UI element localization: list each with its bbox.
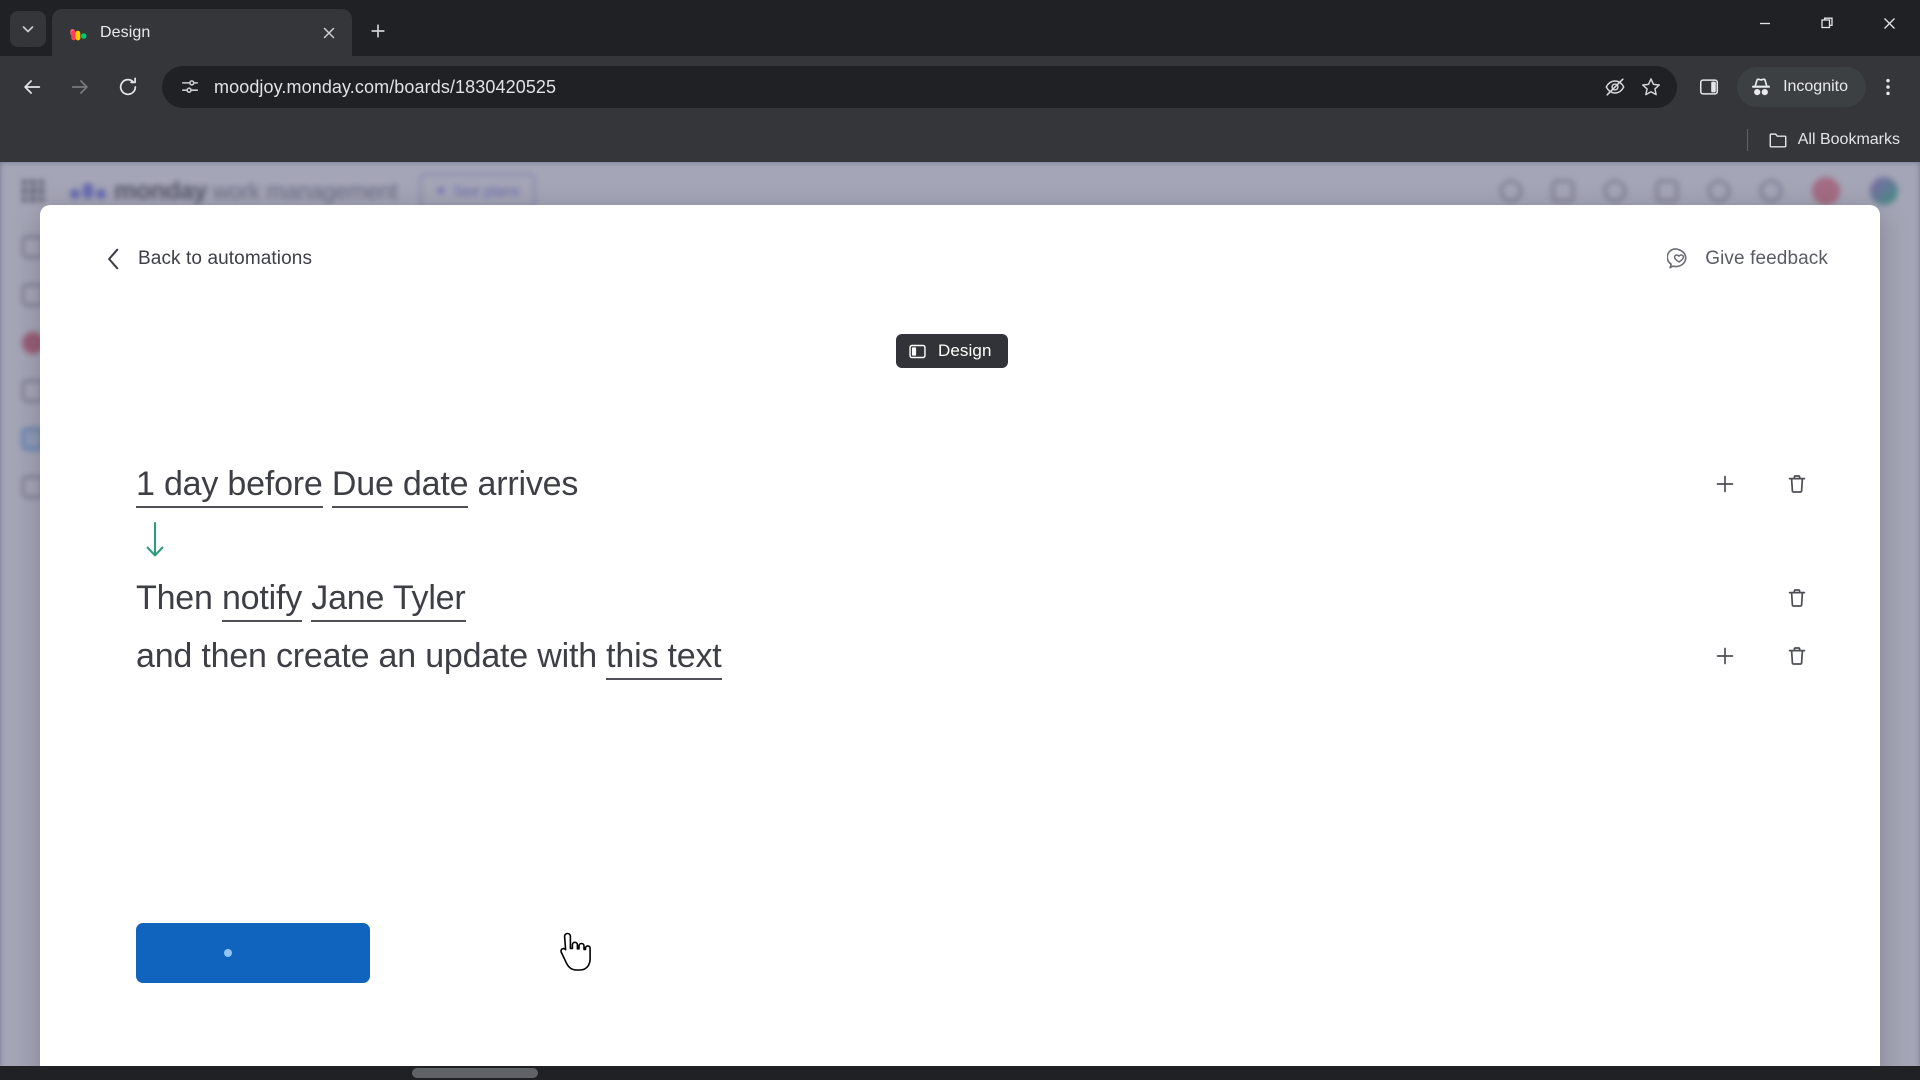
- incognito-label: Incognito: [1783, 78, 1848, 95]
- bookmarks-divider: [1746, 129, 1748, 151]
- recipe-space-1: [323, 465, 332, 503]
- recipe-trigger-text: 1 day before Due date arrives: [136, 455, 1708, 513]
- back-to-automations-button[interactable]: Back to automations: [94, 239, 322, 279]
- window-minimize-button[interactable]: [1734, 0, 1796, 46]
- recipe-token-person[interactable]: Jane Tyler: [311, 579, 466, 622]
- side-panel-icon: [1700, 79, 1719, 95]
- window-close-button[interactable]: [1858, 0, 1920, 46]
- recipe-row-action-notify: Then notify Jane Tyler: [136, 569, 1820, 627]
- url-text: moodjoy.monday.com/boards/1830420525: [214, 76, 557, 97]
- incognito-indicator[interactable]: Incognito: [1737, 67, 1866, 107]
- close-icon: [1883, 17, 1895, 29]
- delete-action-update-button[interactable]: [1780, 639, 1814, 673]
- forward-button[interactable]: [58, 65, 102, 109]
- reload-button[interactable]: [106, 65, 150, 109]
- bookmark-button[interactable]: [1633, 69, 1669, 105]
- feedback-heart-bubble-icon: [1667, 248, 1687, 269]
- recipe-row-trigger: 1 day before Due date arrives: [136, 455, 1820, 513]
- new-tab-button[interactable]: [360, 13, 396, 49]
- close-icon: [323, 27, 335, 38]
- tab-close-button[interactable]: [316, 20, 342, 46]
- window-maximize-button[interactable]: [1796, 0, 1858, 46]
- recipe-token-notify[interactable]: notify: [221, 579, 302, 622]
- reload-icon: [119, 77, 137, 96]
- add-action-button[interactable]: [1708, 639, 1742, 673]
- all-bookmarks-label: All Bookmarks: [1797, 131, 1900, 148]
- restore-icon: [1821, 17, 1833, 29]
- arrow-down-icon: [146, 521, 164, 557]
- chrome-menu-button[interactable]: [1866, 65, 1910, 109]
- recipe-plain-then: Then: [136, 579, 222, 617]
- tab-search-button[interactable]: [10, 11, 46, 47]
- browser-tab-design[interactable]: Design: [52, 9, 352, 56]
- browser-window: Design moodjoy.monday.com/boards/1830420…: [0, 0, 1920, 1080]
- recipe-plain-arrives: arrives: [468, 465, 579, 503]
- star-icon: [1642, 78, 1661, 96]
- trash-icon: [1788, 475, 1806, 493]
- recipe-token-date-column[interactable]: Due date: [331, 465, 468, 508]
- plus-icon: [371, 24, 385, 38]
- address-bar[interactable]: moodjoy.monday.com/boards/1830420525: [162, 66, 1678, 108]
- recipe-row-actions-notify: [1708, 569, 1820, 627]
- arrow-left-icon: [24, 80, 41, 94]
- scrollbar-thumb[interactable]: [412, 1068, 538, 1078]
- modal-header: Back to automations Give feedback: [40, 205, 1880, 313]
- recipe-row-actions-update: [1708, 627, 1820, 685]
- recipe-plain-create-update: and then create an update with: [136, 637, 607, 675]
- three-dot-menu-icon: [1886, 78, 1890, 96]
- page-settings-icon: [181, 80, 199, 93]
- pointer-hand-cursor: [558, 931, 592, 978]
- recipe-row-action-update: and then create an update with this text: [136, 627, 1820, 685]
- recipe-token-timing[interactable]: 1 day before: [136, 465, 323, 508]
- action-slot-empty: [1708, 581, 1742, 615]
- tab-title: Design: [100, 23, 151, 41]
- incognito-icon: [1752, 78, 1771, 96]
- window-controls: [1734, 0, 1920, 46]
- create-automation-button[interactable]: [136, 923, 370, 983]
- back-button[interactable]: [10, 65, 54, 109]
- browser-toolbar: moodjoy.monday.com/boards/1830420525 Inc…: [0, 56, 1920, 118]
- page-viewport: monday work management ✦ See plans: [0, 162, 1920, 1080]
- eye-off-icon: [1605, 78, 1625, 96]
- arrow-right-icon: [71, 80, 88, 94]
- minimize-icon: [1760, 22, 1770, 25]
- give-feedback-button[interactable]: Give feedback: [1657, 239, 1838, 279]
- recipe-row-actions-trigger: [1708, 455, 1820, 513]
- recipe-action-notify-text: Then notify Jane Tyler: [136, 569, 1708, 627]
- chevron-left-icon: [108, 248, 119, 270]
- design-tooltip: Design: [896, 334, 1008, 368]
- recipe-action-update-text: and then create an update with this text: [136, 627, 1708, 685]
- tracking-protection-button[interactable]: [1597, 69, 1633, 105]
- loading-dot-icon: [224, 949, 232, 957]
- side-panel-icon: [909, 344, 926, 358]
- trash-icon: [1788, 589, 1806, 607]
- plus-icon: [1716, 475, 1734, 493]
- recipe-space-2: [302, 579, 311, 617]
- horizontal-scrollbar[interactable]: [0, 1066, 1920, 1080]
- automation-recipe: 1 day before Due date arrives Then notif…: [40, 455, 1880, 685]
- delete-action-notify-button[interactable]: [1780, 581, 1814, 615]
- delete-trigger-button[interactable]: [1780, 467, 1814, 501]
- design-tooltip-label: Design: [938, 341, 992, 360]
- trash-icon: [1788, 647, 1806, 665]
- recipe-flow-arrow: [136, 513, 1820, 569]
- folder-icon: [1769, 133, 1787, 148]
- site-info-button[interactable]: [176, 73, 204, 101]
- plus-icon: [1716, 647, 1734, 665]
- back-to-automations-label: Back to automations: [138, 248, 313, 269]
- omnibox-actions: [1597, 69, 1669, 105]
- all-bookmarks-button[interactable]: All Bookmarks: [1762, 126, 1906, 154]
- recipe-token-update-text[interactable]: this text: [606, 637, 722, 680]
- chevron-down-icon: [22, 26, 34, 33]
- bookmarks-bar: All Bookmarks: [0, 118, 1920, 162]
- give-feedback-label: Give feedback: [1705, 248, 1828, 269]
- monday-favicon: [68, 23, 88, 43]
- add-condition-button[interactable]: [1708, 467, 1742, 501]
- tab-strip: Design: [0, 0, 1920, 56]
- side-panel-button[interactable]: [1687, 65, 1731, 109]
